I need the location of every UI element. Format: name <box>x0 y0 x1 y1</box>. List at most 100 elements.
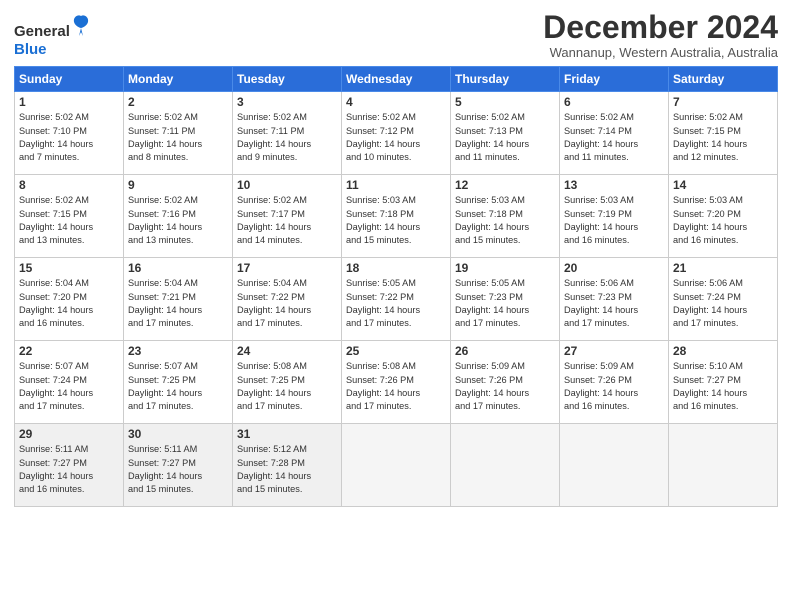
calendar-week-row: 22 Sunrise: 5:07 AM Sunset: 7:24 PM Dayli… <box>15 341 778 424</box>
table-row: 29Sunrise: 5:11 AM Sunset: 7:27 PM Dayli… <box>15 424 124 507</box>
day-info: Sunrise: 5:02 AM Sunset: 7:12 PM Dayligh… <box>346 111 446 164</box>
calendar-week-row: 8 Sunrise: 5:02 AM Sunset: 7:15 PM Daylig… <box>15 175 778 258</box>
day-info: Sunrise: 5:07 AM Sunset: 7:25 PM Dayligh… <box>128 360 228 413</box>
calendar-table: Sunday Monday Tuesday Wednesday Thursday… <box>14 66 778 507</box>
logo-bird-icon <box>72 14 90 36</box>
day-info: Sunrise: 5:08 AM Sunset: 7:25 PM Dayligh… <box>237 360 337 413</box>
day-number: 13 <box>564 178 664 192</box>
table-row: 14Sunrise: 5:03 AM Sunset: 7:20 PM Dayli… <box>669 175 778 258</box>
table-row: 27 Sunrise: 5:09 AM Sunset: 7:26 PM Dayli… <box>560 341 669 424</box>
day-info: Sunrise: 5:09 AM Sunset: 7:26 PM Dayligh… <box>455 360 555 413</box>
header-friday: Friday <box>560 67 669 92</box>
day-number: 4 <box>346 95 446 109</box>
table-row: 17 Sunrise: 5:04 AM Sunset: 7:22 PM Dayli… <box>233 258 342 341</box>
day-number: 28 <box>673 344 773 358</box>
day-info: Sunrise: 5:03 AM Sunset: 7:18 PM Dayligh… <box>455 194 555 247</box>
day-number: 5 <box>455 95 555 109</box>
day-info: Sunrise: 5:07 AM Sunset: 7:24 PM Dayligh… <box>19 360 119 413</box>
day-number: 31 <box>237 427 337 441</box>
table-row: 19 Sunrise: 5:05 AM Sunset: 7:23 PM Dayli… <box>451 258 560 341</box>
day-number: 11 <box>346 178 446 192</box>
day-info: Sunrise: 5:02 AM Sunset: 7:11 PM Dayligh… <box>128 111 228 164</box>
day-number: 20 <box>564 261 664 275</box>
table-row: 21Sunrise: 5:06 AM Sunset: 7:24 PM Dayli… <box>669 258 778 341</box>
table-row: 11 Sunrise: 5:03 AM Sunset: 7:18 PM Dayli… <box>342 175 451 258</box>
day-number: 2 <box>128 95 228 109</box>
day-number: 1 <box>19 95 119 109</box>
table-row: 8 Sunrise: 5:02 AM Sunset: 7:15 PM Daylig… <box>15 175 124 258</box>
table-row: 7Sunrise: 5:02 AM Sunset: 7:15 PM Daylig… <box>669 92 778 175</box>
day-number: 29 <box>19 427 119 441</box>
table-row: 28 Sunrise: 5:10 AM Sunset: 7:27 PM Dayli… <box>669 341 778 424</box>
day-number: 3 <box>237 95 337 109</box>
day-info: Sunrise: 5:04 AM Sunset: 7:21 PM Dayligh… <box>128 277 228 330</box>
day-info: Sunrise: 5:02 AM Sunset: 7:10 PM Dayligh… <box>19 111 119 164</box>
day-info: Sunrise: 5:02 AM Sunset: 7:15 PM Dayligh… <box>19 194 119 247</box>
day-number: 22 <box>19 344 119 358</box>
day-info: Sunrise: 5:02 AM Sunset: 7:15 PM Dayligh… <box>673 111 773 164</box>
calendar-week-row: 29 Sunrise: 5:11 AM Sunset: 7:27 PM Dayli… <box>15 424 778 507</box>
header-thursday: Thursday <box>451 67 560 92</box>
table-row: 9Sunrise: 5:02 AM Sunset: 7:16 PM Daylig… <box>124 175 233 258</box>
day-number: 6 <box>564 95 664 109</box>
day-number: 17 <box>237 261 337 275</box>
day-info: Sunrise: 5:05 AM Sunset: 7:22 PM Dayligh… <box>346 277 446 330</box>
table-row: 25Sunrise: 5:08 AM Sunset: 7:26 PM Dayli… <box>342 341 451 424</box>
day-info: Sunrise: 5:06 AM Sunset: 7:24 PM Dayligh… <box>673 277 773 330</box>
day-info: Sunrise: 5:04 AM Sunset: 7:20 PM Dayligh… <box>19 277 119 330</box>
day-info: Sunrise: 5:06 AM Sunset: 7:23 PM Dayligh… <box>564 277 664 330</box>
table-row: 16 Sunrise: 5:04 AM Sunset: 7:21 PM Dayli… <box>124 258 233 341</box>
table-row: 5 Sunrise: 5:02 AM Sunset: 7:13 PM Daylig… <box>451 92 560 175</box>
day-number: 26 <box>455 344 555 358</box>
day-number: 23 <box>128 344 228 358</box>
table-row: 31 Sunrise: 5:12 AM Sunset: 7:28 PM Dayli… <box>233 424 342 507</box>
day-info: Sunrise: 5:04 AM Sunset: 7:22 PM Dayligh… <box>237 277 337 330</box>
day-number: 9 <box>128 178 228 192</box>
weekday-header-row: Sunday Monday Tuesday Wednesday Thursday… <box>15 67 778 92</box>
table-row: 20 Sunrise: 5:06 AM Sunset: 7:23 PM Dayli… <box>560 258 669 341</box>
header-saturday: Saturday <box>669 67 778 92</box>
day-number: 16 <box>128 261 228 275</box>
header-tuesday: Tuesday <box>233 67 342 92</box>
location: Wannanup, Western Australia, Australia <box>543 45 778 60</box>
table-row: 3Sunrise: 5:02 AM Sunset: 7:11 PM Daylig… <box>233 92 342 175</box>
month-title: December 2024 <box>543 10 778 45</box>
logo-text: General Blue <box>14 14 90 59</box>
table-row: 1 Sunrise: 5:02 AM Sunset: 7:10 PM Daylig… <box>15 92 124 175</box>
table-row <box>560 424 669 507</box>
table-row: 18 Sunrise: 5:05 AM Sunset: 7:22 PM Dayli… <box>342 258 451 341</box>
day-info: Sunrise: 5:03 AM Sunset: 7:20 PM Dayligh… <box>673 194 773 247</box>
day-info: Sunrise: 5:08 AM Sunset: 7:26 PM Dayligh… <box>346 360 446 413</box>
page: General Blue December 2024 Wannanup, Wes… <box>0 0 792 612</box>
table-row: 24Sunrise: 5:08 AM Sunset: 7:25 PM Dayli… <box>233 341 342 424</box>
table-row: 22 Sunrise: 5:07 AM Sunset: 7:24 PM Dayli… <box>15 341 124 424</box>
table-row: 6 Sunrise: 5:02 AM Sunset: 7:14 PM Daylig… <box>560 92 669 175</box>
header-sunday: Sunday <box>15 67 124 92</box>
day-number: 18 <box>346 261 446 275</box>
day-number: 15 <box>19 261 119 275</box>
logo-general: General <box>14 23 70 40</box>
table-row: 13Sunrise: 5:03 AM Sunset: 7:19 PM Dayli… <box>560 175 669 258</box>
day-info: Sunrise: 5:02 AM Sunset: 7:17 PM Dayligh… <box>237 194 337 247</box>
calendar-week-row: 1 Sunrise: 5:02 AM Sunset: 7:10 PM Daylig… <box>15 92 778 175</box>
table-row: 12 Sunrise: 5:03 AM Sunset: 7:18 PM Dayli… <box>451 175 560 258</box>
table-row: 4 Sunrise: 5:02 AM Sunset: 7:12 PM Daylig… <box>342 92 451 175</box>
table-row <box>669 424 778 507</box>
day-info: Sunrise: 5:02 AM Sunset: 7:14 PM Dayligh… <box>564 111 664 164</box>
day-info: Sunrise: 5:12 AM Sunset: 7:28 PM Dayligh… <box>237 443 337 496</box>
calendar-week-row: 15 Sunrise: 5:04 AM Sunset: 7:20 PM Dayli… <box>15 258 778 341</box>
header-wednesday: Wednesday <box>342 67 451 92</box>
day-number: 12 <box>455 178 555 192</box>
day-info: Sunrise: 5:03 AM Sunset: 7:18 PM Dayligh… <box>346 194 446 247</box>
day-info: Sunrise: 5:09 AM Sunset: 7:26 PM Dayligh… <box>564 360 664 413</box>
day-info: Sunrise: 5:10 AM Sunset: 7:27 PM Dayligh… <box>673 360 773 413</box>
day-number: 27 <box>564 344 664 358</box>
logo-blue: Blue <box>14 41 47 58</box>
day-info: Sunrise: 5:05 AM Sunset: 7:23 PM Dayligh… <box>455 277 555 330</box>
header: General Blue December 2024 Wannanup, Wes… <box>14 10 778 60</box>
day-number: 19 <box>455 261 555 275</box>
logo: General Blue <box>14 14 90 59</box>
day-number: 8 <box>19 178 119 192</box>
day-info: Sunrise: 5:11 AM Sunset: 7:27 PM Dayligh… <box>128 443 228 496</box>
day-info: Sunrise: 5:02 AM Sunset: 7:13 PM Dayligh… <box>455 111 555 164</box>
